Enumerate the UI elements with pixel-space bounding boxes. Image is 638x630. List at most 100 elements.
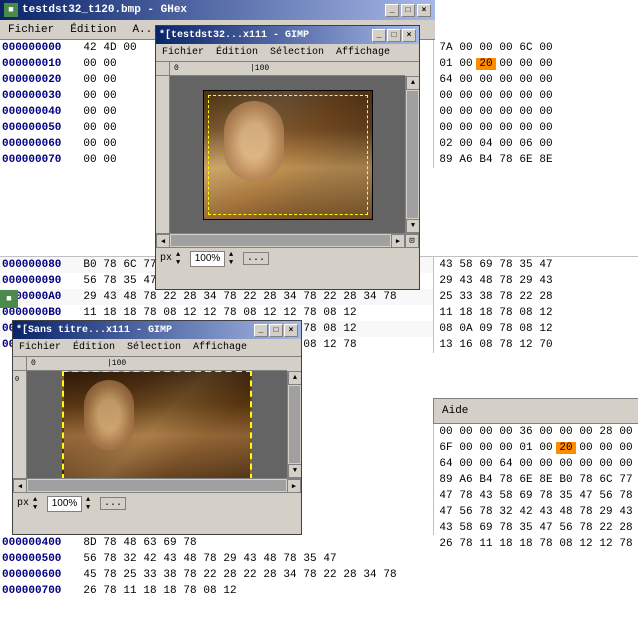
hex-line-r: 010020000000 <box>434 56 638 72</box>
gimp2-title-bar: *[Sans titre...x111 - GIMP _ □ × <box>13 321 301 339</box>
hex-line-r: 020004000600 <box>434 136 638 152</box>
gimp2-options-button[interactable]: ... <box>100 497 126 510</box>
gimp1-title-bar: *[testdst32...x111 - GIMP _ □ × <box>156 26 419 44</box>
gimp2-unit-stepper[interactable]: ▲ ▼ <box>33 496 43 512</box>
hex-line-r: 080A09780812 <box>434 321 638 337</box>
gimp2-menu-selection[interactable]: Sélection <box>121 341 187 354</box>
gimp2-minimize[interactable]: _ <box>254 324 268 337</box>
gimp1-maximize[interactable]: □ <box>387 29 401 42</box>
gimp2-zoom-input[interactable] <box>47 496 82 512</box>
hex-line-r: 26781118187808121278 <box>434 536 638 552</box>
gimp1-unit: px <box>160 253 172 264</box>
hex-line-r: 89A6B4786E8E <box>434 152 638 168</box>
hex-line-r: 131608781270 <box>434 337 638 353</box>
gimp-window-2: *[Sans titre...x111 - GIMP _ □ × Fichier… <box>12 320 302 535</box>
corner-resize: ⊡ <box>405 234 419 248</box>
gimp1-title-text: *[testdst32...x111 - GIMP <box>159 30 372 41</box>
hex-line: 0000000400000 <box>0 104 160 120</box>
gimp2-menu-edition[interactable]: Édition <box>67 341 121 354</box>
gimp1-minimize[interactable]: _ <box>372 29 386 42</box>
gimp2-scrollbar-v[interactable]: ▲ ▼ <box>287 371 301 478</box>
scroll-down-arrow[interactable]: ▼ <box>406 219 419 233</box>
gimp1-ruler-h: 0 |100 <box>170 62 405 76</box>
hex-line-r: 000000000000 <box>434 88 638 104</box>
hex-line: 0000004008D7848636978 <box>0 535 435 551</box>
menu-edition[interactable]: Édition <box>62 22 124 38</box>
gimp1-ruler-v <box>156 76 170 233</box>
ghex-side-icon: ■ <box>0 290 18 308</box>
gimp2-ruler-h: 0 |100 <box>27 357 287 371</box>
scroll-thumb-h[interactable] <box>171 235 390 246</box>
hex-line: 0000000300000 <box>0 88 160 104</box>
gimp2-close[interactable]: × <box>284 324 298 337</box>
main-container: ■ testdst32_t120.bmp - GHex _ □ × Fichie… <box>0 0 638 630</box>
gimp2-maximize[interactable]: □ <box>269 324 283 337</box>
gimp1-menu-fichier[interactable]: Fichier <box>156 46 210 59</box>
close-button[interactable]: × <box>417 4 431 17</box>
scroll-thumb-v[interactable] <box>407 91 418 218</box>
gimp1-scrollbar-v[interactable]: ▲ ▼ <box>405 76 419 233</box>
hex-line: 0000000200000 <box>0 72 160 88</box>
gimp1-menu-bar: Fichier Édition Sélection Affichage <box>156 44 419 62</box>
aide-panel: Aide <box>433 398 638 424</box>
gimp1-menu-selection[interactable]: Sélection <box>264 46 330 59</box>
gimp1-options-button[interactable]: ... <box>243 252 269 265</box>
hex-line-r: 89A6B4786E8EB0786C77 <box>434 472 638 488</box>
hex-line-r: 000000000000 <box>434 120 638 136</box>
scroll-left-arrow[interactable]: ◀ <box>156 234 170 248</box>
hex-rows-top: 000000000424D00 0000000100000 0000000200… <box>0 40 160 168</box>
right-hex-panel-bottom: 435869783547 294348782943 253338782228 1… <box>433 256 638 353</box>
hex-line-r: 294348782943 <box>434 273 638 289</box>
hex-line: 0000000B01118187808121278081212780812 <box>0 305 440 321</box>
hex-line: 0000006004578253338782228222834782228347… <box>0 567 435 583</box>
scroll-up-arrow-2[interactable]: ▲ <box>288 371 301 385</box>
gimp1-menu-edition[interactable]: Édition <box>210 46 264 59</box>
minimize-button[interactable]: _ <box>385 4 399 17</box>
hex-line-r: 47784358697835475678 <box>434 488 638 504</box>
scroll-up-arrow[interactable]: ▲ <box>406 76 419 90</box>
gimp2-canvas <box>27 371 287 478</box>
hex-line: 000000000424D00 <box>0 40 160 56</box>
gimp-window-1: *[testdst32...x111 - GIMP _ □ × Fichier … <box>155 25 420 290</box>
hex-line: 0000000700000 <box>0 152 160 168</box>
hex-line-r: 640000000000 <box>434 72 638 88</box>
menu-fichier[interactable]: Fichier <box>0 22 62 38</box>
hex-rows-lower-left: 0000004008D7848636978 000000500567832424… <box>0 535 435 599</box>
gimp2-zoom-stepper[interactable]: ▲ ▼ <box>86 496 96 512</box>
hex-line-r: 435869783547 <box>434 257 638 273</box>
scroll-thumb-v-2[interactable] <box>289 386 300 463</box>
hex-line: 0000000500000 <box>0 120 160 136</box>
scroll-right-arrow[interactable]: ▶ <box>391 234 405 248</box>
gimp1-close[interactable]: × <box>402 29 416 42</box>
gimp1-scrollbar-h[interactable]: ◀ ▶ ⊡ <box>156 233 419 247</box>
hex-line-r: 64000064000000000000 <box>434 456 638 472</box>
gimp1-unit-stepper[interactable]: ▲ ▼ <box>176 251 186 267</box>
gimp2-bottom-bar: px ▲ ▼ ▲ ▼ ... <box>13 492 301 514</box>
right-hex-panel-lower: 00000000360000002800 6F00000001002000000… <box>433 424 638 552</box>
ghex-win-controls: _ □ × <box>385 4 431 17</box>
gimp2-menu-fichier[interactable]: Fichier <box>13 341 67 354</box>
gimp2-menu-affichage[interactable]: Affichage <box>187 341 253 354</box>
gimp1-zoom-stepper[interactable]: ▲ ▼ <box>229 251 239 267</box>
ghex-title-text: testdst32_t120.bmp - GHex <box>22 4 187 16</box>
scroll-right-arrow-2[interactable]: ▶ <box>287 479 301 493</box>
gimp2-scrollbar-h[interactable]: ◀ ▶ <box>13 478 301 492</box>
hex-line-r: 7A0000006C00 <box>434 40 638 56</box>
hex-line: 0000007002678111818780812 <box>0 583 435 599</box>
gimp2-title-text: *[Sans titre...x111 - GIMP <box>16 325 254 336</box>
gimp1-zoom-input[interactable] <box>190 251 225 267</box>
gimp1-menu-affichage[interactable]: Affichage <box>330 46 396 59</box>
hex-line-r: 47567832424348782943 <box>434 504 638 520</box>
gimp1-canvas <box>170 76 405 233</box>
hex-line-r: 00000000360000002800 <box>434 424 638 440</box>
scroll-thumb-h-2[interactable] <box>28 480 286 491</box>
hex-line-r: 111818780812 <box>434 305 638 321</box>
right-hex-panel-top: 7A0000006C00 010020000000 640000000000 0… <box>433 40 638 168</box>
gimp2-menu-bar: Fichier Édition Sélection Affichage <box>13 339 301 357</box>
hex-line-r: 000000000000 <box>434 104 638 120</box>
scroll-down-arrow-2[interactable]: ▼ <box>288 464 301 478</box>
ghex-icon: ■ <box>4 3 18 17</box>
maximize-button[interactable]: □ <box>401 4 415 17</box>
scroll-left-arrow-2[interactable]: ◀ <box>13 479 27 493</box>
aide-label: Aide <box>442 405 468 417</box>
